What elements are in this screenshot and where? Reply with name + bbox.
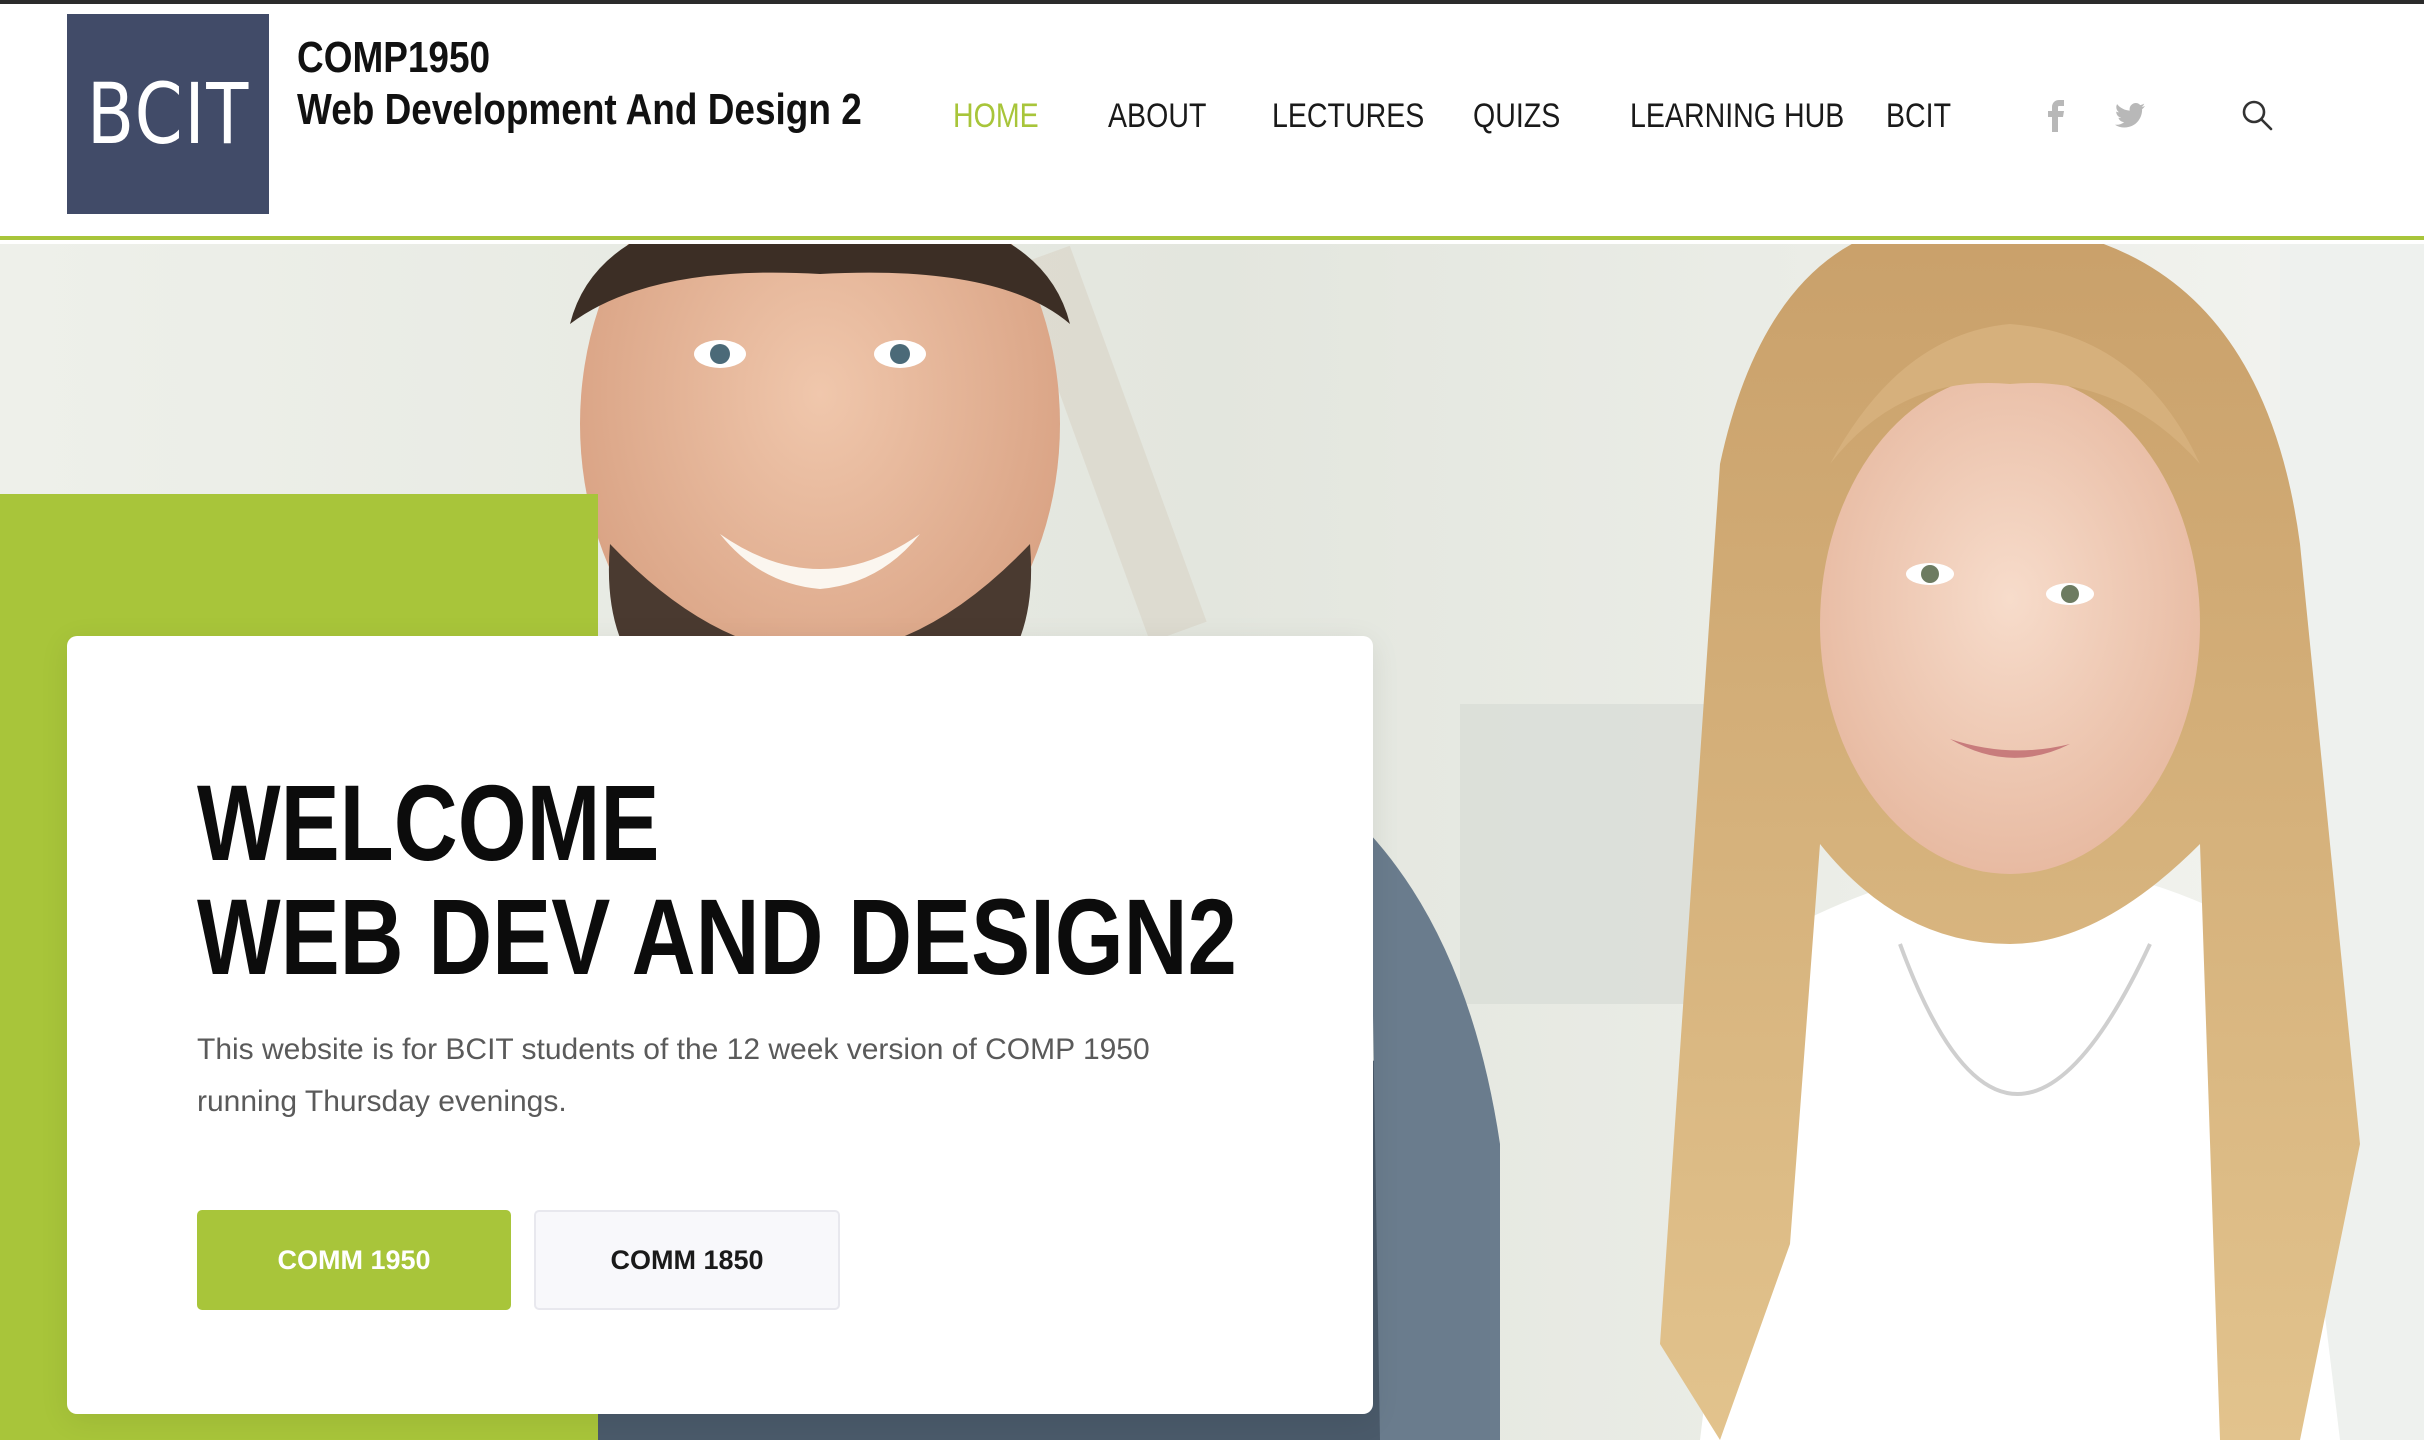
search-icon[interactable] xyxy=(2240,98,2274,132)
page: BCIT COMP1950 Web Development And Design… xyxy=(0,0,2424,1440)
comm-1950-button[interactable]: COMM 1950 xyxy=(197,1210,511,1310)
course-code: COMP1950 xyxy=(297,33,491,82)
comm-1850-button[interactable]: COMM 1850 xyxy=(534,1210,840,1310)
bcit-logo[interactable]: BCIT xyxy=(67,14,269,214)
welcome-card: WELCOME WEB DEV AND DESIGN2 This website… xyxy=(67,636,1373,1414)
nav-item-lectures[interactable]: LECTURES xyxy=(1272,97,1424,136)
facebook-icon[interactable] xyxy=(2036,96,2076,136)
twitter-icon[interactable] xyxy=(2110,96,2150,136)
hero-section: WELCOME WEB DEV AND DESIGN2 This website… xyxy=(0,244,2424,1440)
hero-description: This website is for BCIT students of the… xyxy=(197,1033,1150,1118)
nav-item-quizs[interactable]: QUIZS xyxy=(1473,97,1560,136)
site-header: BCIT COMP1950 Web Development And Design… xyxy=(0,4,2424,240)
nav-item-home[interactable]: HOME xyxy=(953,97,1039,136)
logo-text: BCIT xyxy=(86,65,250,163)
site-title[interactable]: COMP1950 Web Development And Design 2 xyxy=(297,32,862,136)
nav-item-bcit[interactable]: BCIT xyxy=(1886,97,1951,136)
headline-line-2: WEB DEV AND DESIGN2 xyxy=(197,876,1237,997)
nav-item-about[interactable]: ABOUT xyxy=(1108,97,1206,136)
headline-line-1: WELCOME xyxy=(197,762,660,883)
course-name: Web Development And Design 2 xyxy=(297,85,862,134)
nav-item-learning-hub[interactable]: LEARNING HUB xyxy=(1630,97,1844,136)
hero-headline: WELCOME WEB DEV AND DESIGN2 xyxy=(197,766,1237,994)
